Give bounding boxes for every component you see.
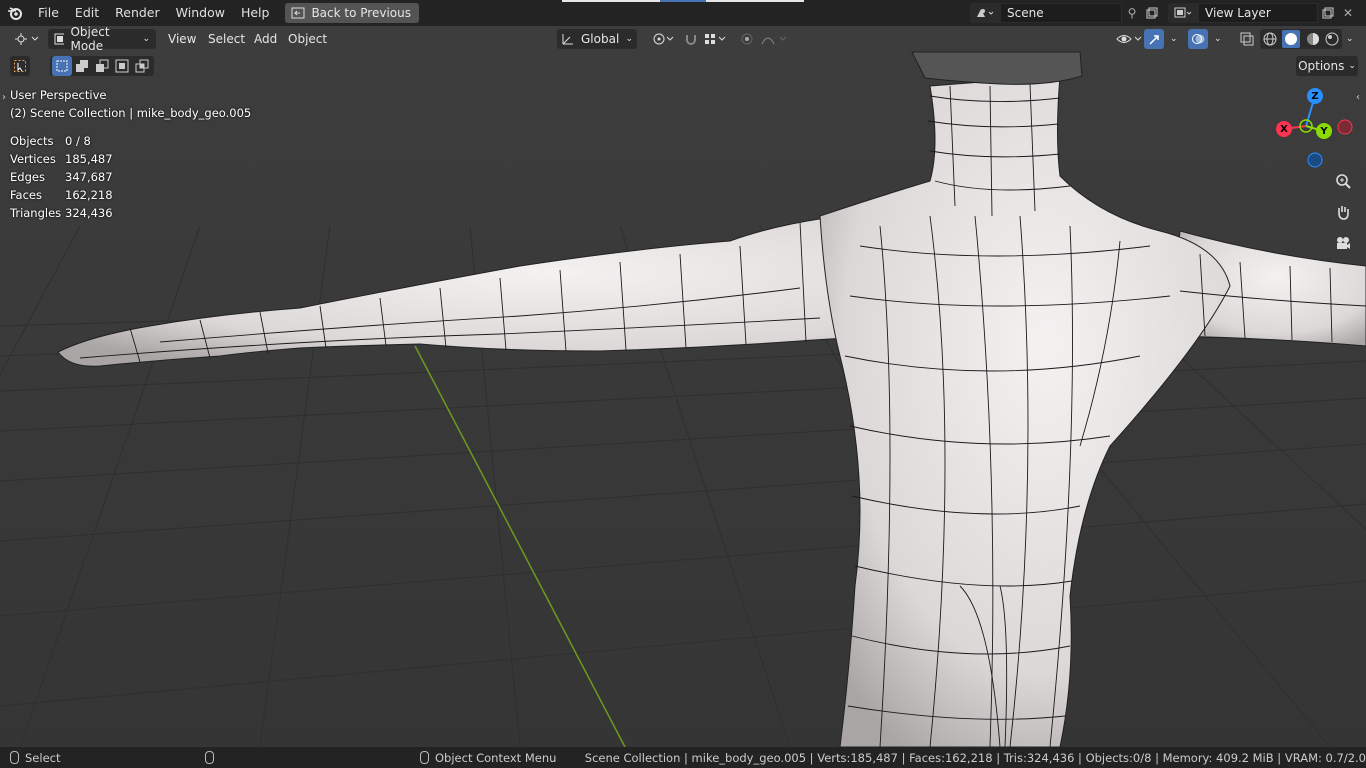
- select-new-icon[interactable]: [52, 56, 72, 76]
- overlays-dropdown[interactable]: ⌄: [1208, 29, 1228, 49]
- mode-dropdown[interactable]: Object Mode ⌄: [48, 26, 156, 53]
- proportional-editing-toggle[interactable]: [734, 29, 796, 49]
- status-context-menu-hint: Object Context Menu: [435, 750, 557, 765]
- middle-mouse-icon: [205, 751, 214, 764]
- back-to-previous-label: Back to Previous: [311, 6, 411, 20]
- pan-hand-icon[interactable]: [1330, 199, 1356, 225]
- gizmo-x-axis[interactable]: X: [1276, 121, 1292, 137]
- zoom-icon[interactable]: [1330, 168, 1356, 194]
- chevron-down-icon: ⌄: [1348, 61, 1356, 71]
- xray-icon: [1240, 32, 1254, 46]
- overlays-icon: [1192, 34, 1205, 44]
- pin-icon[interactable]: ⚲: [1122, 3, 1142, 23]
- active-workspace-tab[interactable]: [660, 0, 706, 2]
- stats-vertices: Vertices 185,487: [10, 152, 113, 166]
- right-mouse-icon: [420, 751, 429, 764]
- pivot-icon: [653, 33, 674, 45]
- close-view-layer-icon[interactable]: ✕: [1338, 3, 1358, 23]
- gizmo-dropdown[interactable]: ⌄: [1164, 29, 1184, 49]
- editor-type-icon: [15, 33, 39, 45]
- view-perspective-label: User Perspective: [10, 88, 107, 102]
- chevron-down-icon: ⌄: [142, 34, 150, 44]
- select-invert-icon[interactable]: [112, 56, 132, 76]
- orthographic-grid-icon[interactable]: [1330, 261, 1356, 287]
- 3d-viewport[interactable]: Object Mode ⌄ View Select Add Object Glo…: [0, 26, 1366, 747]
- menu-window[interactable]: Window: [168, 0, 233, 26]
- status-select-hint: Select: [25, 750, 61, 765]
- menu-help[interactable]: Help: [233, 0, 278, 26]
- selection-mode-group: [50, 56, 154, 76]
- snap-grid-icon: [705, 34, 726, 44]
- new-scene-icon[interactable]: [1142, 3, 1162, 23]
- gizmo-toggle[interactable]: [1144, 29, 1164, 49]
- menu-select[interactable]: Select: [202, 29, 251, 49]
- chevron-down-icon: ⌄: [1346, 34, 1354, 44]
- orientation-icon: [562, 34, 573, 45]
- scene-icon[interactable]: [970, 3, 1000, 23]
- back-to-previous-button[interactable]: Back to Previous: [285, 3, 419, 23]
- material-shading-icon[interactable]: [1306, 32, 1320, 46]
- viewport-header: Object Mode ⌄ View Select Add Object Glo…: [0, 26, 1366, 53]
- back-screen-icon: [291, 7, 305, 19]
- stats-triangles: Triangles 324,436: [10, 206, 113, 220]
- top-bar: File Edit Render Window Help Back to Pre…: [0, 0, 1366, 26]
- tool-settings-row: [10, 56, 154, 76]
- gizmo-z-axis[interactable]: Z: [1307, 88, 1323, 104]
- workspace-tabs-strip[interactable]: [562, 0, 804, 2]
- menu-add[interactable]: Add: [248, 29, 283, 49]
- shading-dropdown[interactable]: ⌄: [1340, 29, 1360, 49]
- options-label: Options: [1298, 59, 1345, 73]
- rendered-shading-icon[interactable]: [1325, 32, 1339, 46]
- stats-edges: Edges 347,687: [10, 170, 113, 184]
- overlays-toggle[interactable]: [1188, 29, 1208, 49]
- solid-shading-icon[interactable]: [1282, 30, 1301, 48]
- status-bar: Select Object Context Menu Scene Collect…: [0, 747, 1366, 768]
- stats-faces: Faces 162,218: [10, 188, 113, 202]
- pivot-point-button[interactable]: [646, 29, 680, 49]
- select-intersect-icon[interactable]: [132, 56, 152, 76]
- menu-view[interactable]: View: [162, 29, 202, 49]
- active-object-label: (2) Scene Collection | mike_body_geo.005: [10, 106, 252, 120]
- object-mode-icon: [54, 33, 65, 45]
- gizmo-icon: [1149, 35, 1159, 45]
- view-layer-selector[interactable]: View Layer ✕: [1168, 3, 1358, 23]
- chevron-down-icon: ⌄: [1170, 34, 1178, 44]
- menu-render[interactable]: Render: [107, 0, 168, 26]
- editor-type-button[interactable]: [8, 29, 46, 49]
- chevron-down-icon: ⌄: [625, 34, 633, 44]
- view-layer-icon[interactable]: [1168, 3, 1198, 23]
- menu-edit[interactable]: Edit: [67, 0, 107, 26]
- blender-logo-icon[interactable]: [0, 0, 30, 26]
- proportional-icon: [741, 33, 787, 45]
- mode-label: Object Mode: [70, 26, 110, 53]
- select-subtract-icon[interactable]: [92, 56, 112, 76]
- snap-target-dropdown[interactable]: [698, 29, 734, 49]
- toolbar-expand-icon[interactable]: ›: [2, 92, 6, 103]
- navigation-gizmo[interactable]: Z X Y: [1268, 82, 1358, 172]
- stats-objects: Objects 0 / 8: [10, 134, 91, 148]
- viewport-info-overlay: User Perspective (2) Scene Collection | …: [10, 86, 251, 222]
- eye-icon: [1116, 35, 1142, 43]
- transform-orientation-dropdown[interactable]: Global ⌄: [557, 29, 637, 49]
- select-box-tool-icon[interactable]: [10, 56, 30, 76]
- camera-view-icon[interactable]: [1330, 230, 1356, 256]
- select-extend-icon[interactable]: [72, 56, 92, 76]
- status-scene-info: Scene Collection | mike_body_geo.005 | V…: [584, 750, 1366, 765]
- left-mouse-icon: [10, 751, 19, 764]
- orientation-label: Global: [581, 32, 620, 46]
- menu-object[interactable]: Object: [282, 29, 333, 49]
- sidebar-expand-icon[interactable]: ‹: [1356, 92, 1360, 103]
- new-view-layer-icon[interactable]: [1318, 3, 1338, 23]
- menu-file[interactable]: File: [30, 0, 67, 26]
- magnet-icon: [686, 35, 696, 45]
- gizmo-y-axis[interactable]: Y: [1316, 123, 1332, 139]
- chevron-down-icon: ⌄: [1214, 34, 1222, 44]
- xray-toggle[interactable]: [1234, 29, 1260, 49]
- view-layer-name-field[interactable]: View Layer: [1198, 3, 1318, 23]
- shading-mode-group: [1260, 29, 1342, 49]
- scene-selector[interactable]: Scene ⚲ ✕: [970, 3, 1182, 23]
- wireframe-shading-icon[interactable]: [1263, 32, 1277, 46]
- scene-name-field[interactable]: Scene: [1000, 3, 1122, 23]
- options-dropdown[interactable]: Options ⌄: [1296, 56, 1358, 76]
